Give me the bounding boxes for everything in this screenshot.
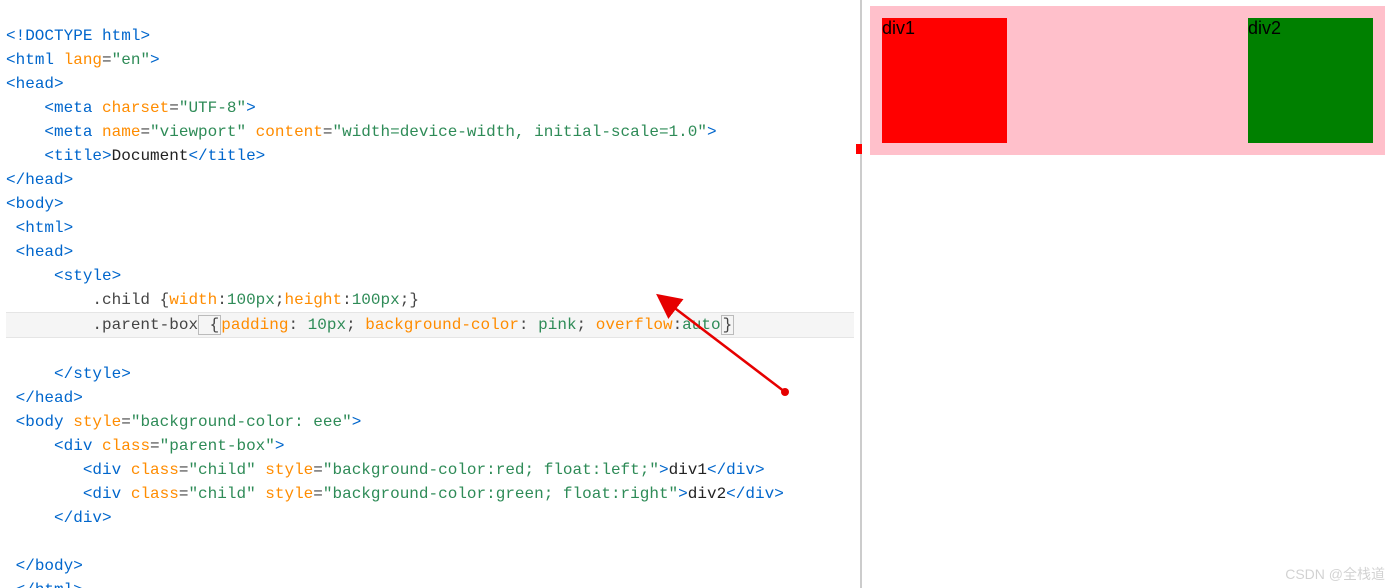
- code-line[interactable]: </style>: [6, 365, 131, 383]
- code-line[interactable]: <div class="child" style="background-col…: [6, 461, 765, 479]
- code-line[interactable]: .child {width:100px;height:100px;}: [6, 291, 419, 309]
- code-line[interactable]: <style>: [6, 267, 121, 285]
- preview-div2: div2: [1248, 18, 1373, 143]
- code-line[interactable]: <html lang="en">: [6, 51, 160, 69]
- code-line[interactable]: <div class="parent-box">: [6, 437, 284, 455]
- code-line[interactable]: <head>: [6, 75, 64, 93]
- code-line[interactable]: </html>: [6, 581, 83, 588]
- code-line[interactable]: <meta charset="UTF-8">: [6, 99, 256, 117]
- code-line[interactable]: .parent-box {padding: 10px; background-c…: [6, 312, 854, 338]
- code-line[interactable]: <head>: [6, 243, 73, 261]
- preview-parent-box: div1 div2: [870, 6, 1385, 155]
- code-line[interactable]: </body>: [6, 557, 83, 575]
- code-line[interactable]: </head>: [6, 171, 73, 189]
- code-line[interactable]: </div>: [6, 509, 112, 527]
- code-line[interactable]: <meta name="viewport" content="width=dev…: [6, 123, 717, 141]
- code-line[interactable]: <html>: [6, 219, 73, 237]
- code-line[interactable]: </head>: [6, 389, 83, 407]
- code-line[interactable]: <title>Document</title>: [6, 147, 265, 165]
- preview-pane: div1 div2: [862, 0, 1393, 588]
- code-editor-pane[interactable]: <!DOCTYPE html> <html lang="en"> <head> …: [0, 0, 860, 588]
- code-line[interactable]: <body style="background-color: eee">: [6, 413, 361, 431]
- code-line[interactable]: <div class="child" style="background-col…: [6, 485, 784, 503]
- code-block[interactable]: <!DOCTYPE html> <html lang="en"> <head> …: [0, 0, 860, 588]
- code-line[interactable]: <!DOCTYPE html>: [6, 27, 150, 45]
- watermark-text: CSDN @全栈道: [1285, 564, 1385, 584]
- preview-div1: div1: [882, 18, 1007, 143]
- code-line[interactable]: [6, 533, 16, 551]
- code-line[interactable]: <body>: [6, 195, 64, 213]
